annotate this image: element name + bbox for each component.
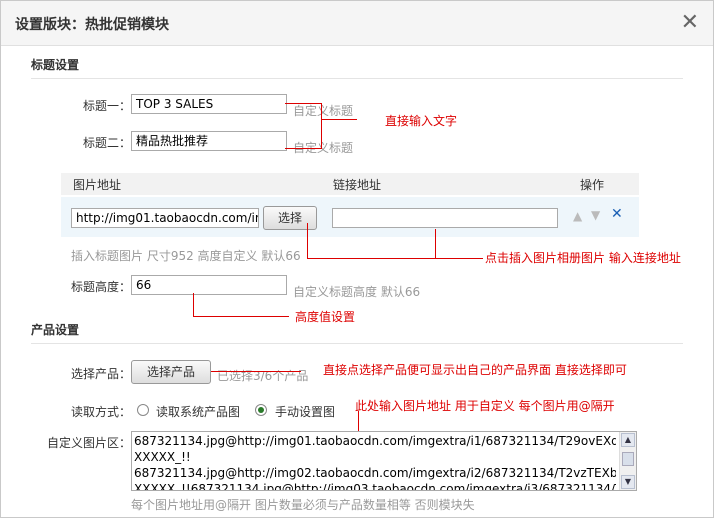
custom-image-hint: 每个图片地址用@隔开 图片数量必须与产品数量相等 否则模块失 <box>131 498 475 512</box>
selected-count: 已选择3/6个产品 <box>217 369 309 383</box>
height-hint: 自定义标题高度 默认66 <box>293 285 421 299</box>
select-image-button[interactable]: 选择 <box>263 206 317 230</box>
close-icon[interactable]: ✕ <box>681 9 699 37</box>
col-action: 操作 <box>580 178 605 192</box>
annotation-line <box>193 316 289 317</box>
select-product-button[interactable]: 选择产品 <box>131 360 211 384</box>
textarea-line: XXXXX_!! <box>134 450 191 464</box>
annotation-line <box>435 229 436 259</box>
link-url-input[interactable] <box>332 208 558 228</box>
manual-set-label: 手动设置图 <box>275 405 336 419</box>
title1-label: 标题一： <box>83 99 132 113</box>
image-hint: 插入标题图片 尺寸952 高度自定义 默认66 <box>71 249 301 263</box>
dialog-titlebar: 设置版块：热批促销模块 ✕ <box>1 1 713 46</box>
annotation-line <box>285 103 321 104</box>
custom-image-label: 自定义图片区： <box>47 436 132 450</box>
title1-hint: 自定义标题 <box>293 104 354 118</box>
annotation-line <box>321 119 357 120</box>
settings-dialog: 设置版块：热批促销模块 ✕ 标题设置 标题一： TOP 3 SALES 自定义标… <box>0 0 714 518</box>
read-system-label: 读取系统产品图 <box>156 405 241 419</box>
custom-image-textarea[interactable]: 687321134.jpg@http://img01.taobaocdn.com… <box>131 431 637 491</box>
product-settings-heading: 产品设置 <box>31 323 80 337</box>
annotation-line <box>307 258 483 259</box>
title2-label: 标题二： <box>83 136 132 150</box>
height-label: 标题高度： <box>71 280 132 294</box>
textarea-line: 687321134.jpg@http://img01.taobaocdn.com… <box>134 434 616 448</box>
title1-input[interactable]: TOP 3 SALES <box>131 94 287 114</box>
title-settings-heading: 标题设置 <box>31 58 80 72</box>
col-link-url: 链接地址 <box>333 178 382 192</box>
scroll-thumb[interactable] <box>622 452 634 466</box>
annotation-line <box>307 223 308 259</box>
annotation-line <box>193 293 194 317</box>
height-input[interactable]: 66 <box>131 275 287 295</box>
col-image-url: 图片地址 <box>73 178 122 192</box>
image-url-input[interactable]: http://img01.taobaocdn.com/imgextra <box>71 208 259 228</box>
dialog-title: 设置版块：热批促销模块 <box>15 17 169 33</box>
annotation-direct-input: 直接输入文字 <box>385 114 458 128</box>
manual-set-radio[interactable] <box>255 404 267 416</box>
annotation-line <box>285 148 321 149</box>
select-product-label: 选择产品： <box>71 367 132 381</box>
annotation-line <box>321 103 322 149</box>
divider <box>31 343 683 344</box>
textarea-line: XXXXX_!!687321134.jpg@http://img03.taoba… <box>134 482 616 491</box>
read-system-radio[interactable] <box>137 404 149 416</box>
annotation-custom-image: 此处输入图片地址 用于自定义 每个图片用@隔开 <box>355 399 615 413</box>
scroll-up-icon[interactable]: ▲ <box>621 433 635 447</box>
title2-input[interactable]: 精品热批推荐 <box>131 131 287 151</box>
annotation-height: 高度值设置 <box>295 310 356 324</box>
move-up-icon[interactable]: ▲ <box>573 209 582 223</box>
annotation-insert-image: 点击插入图片相册图片 输入连接地址 <box>485 251 681 265</box>
textarea-scrollbar[interactable]: ▲ ▼ <box>619 432 636 490</box>
annotation-line <box>211 371 301 372</box>
move-down-icon[interactable]: ▼ <box>591 208 600 222</box>
divider <box>31 78 683 79</box>
delete-icon[interactable]: ✕ <box>611 206 623 222</box>
scroll-down-icon[interactable]: ▼ <box>621 475 635 489</box>
annotation-select-product: 直接点选择产品便可显示出自己的产品界面 直接选择即可 <box>323 363 627 377</box>
read-mode-label: 读取方式： <box>71 405 132 419</box>
textarea-line: 687321134.jpg@http://img02.taobaocdn.com… <box>134 466 616 480</box>
